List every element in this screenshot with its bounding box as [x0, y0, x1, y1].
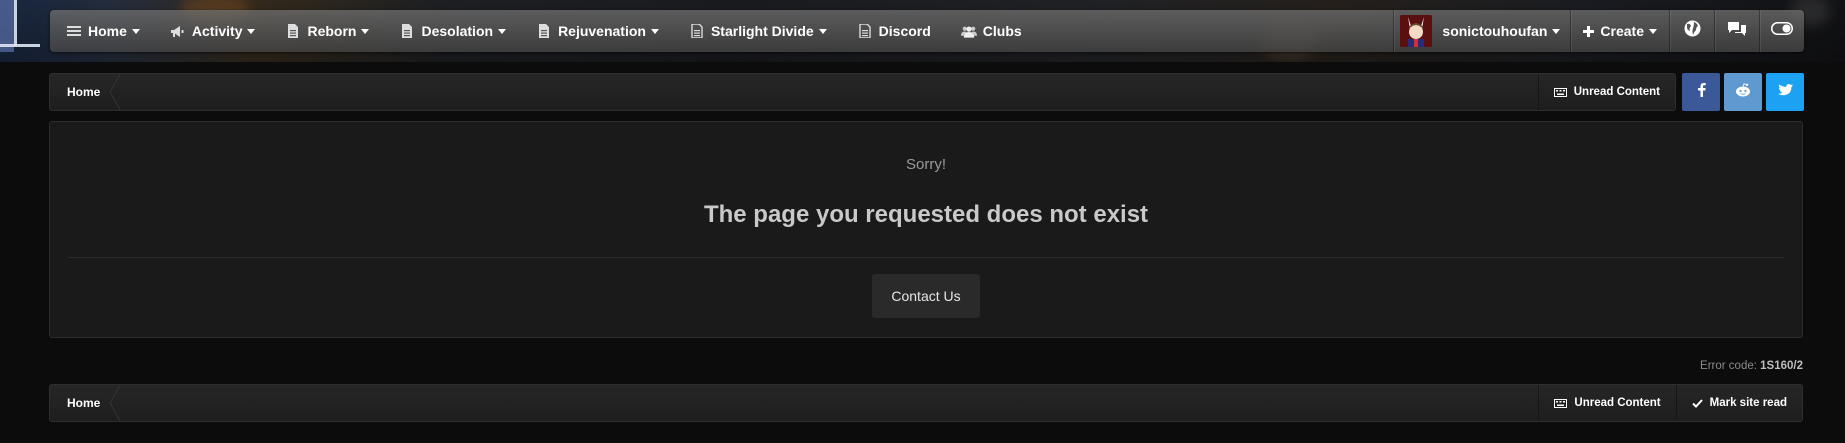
globe-button[interactable]: [1670, 10, 1714, 52]
main-nav-bar: Home Activity Reborn Desolation Rejuvena…: [50, 10, 1804, 52]
error-code-prefix: Error code:: [1700, 360, 1757, 372]
create-label: Create: [1600, 23, 1644, 39]
document-icon: [399, 24, 415, 38]
error-sorry-text: Sorry!: [905, 156, 946, 173]
toggle-icon: [1771, 22, 1793, 40]
chevron-down-icon: [1552, 29, 1561, 34]
user-nav: sonictouhoufan Create: [1393, 10, 1804, 52]
error-panel: Sorry! The page you requested does not e…: [49, 121, 1803, 338]
unread-content-label: Unread Content: [1574, 397, 1661, 409]
nav-desolation[interactable]: Desolation: [383, 10, 520, 52]
nav-rejuvenation-label: Rejuvenation: [558, 23, 646, 39]
facebook-icon: [1697, 82, 1706, 102]
breadcrumb-home[interactable]: Home: [50, 74, 121, 110]
checkmark-icon: [1691, 398, 1703, 408]
nav-starlight-divide[interactable]: Starlight Divide: [673, 10, 841, 52]
keyboard-icon: [1554, 398, 1568, 408]
nav-reborn[interactable]: Reborn: [269, 10, 383, 52]
chevron-down-icon: [1649, 29, 1657, 34]
document-icon: [285, 24, 301, 38]
unread-content-label: Unread Content: [1573, 86, 1660, 98]
site-header-banner: Home Activity Reborn Desolation Rejuvena…: [0, 0, 1845, 62]
theme-toggle[interactable]: [1760, 10, 1804, 52]
chevron-down-icon: [247, 29, 256, 34]
chevron-down-icon: [818, 29, 827, 34]
divider: [68, 257, 1784, 258]
error-title: The page you requested does not exist: [703, 201, 1149, 228]
megaphone-icon: [170, 24, 186, 38]
nav-activity[interactable]: Activity: [154, 10, 270, 52]
nav-clubs-label: Clubs: [982, 23, 1022, 39]
chevron-down-icon: [131, 29, 140, 34]
users-icon: [960, 24, 977, 38]
nav-home-label: Home: [88, 23, 127, 39]
chevron-down-icon: [498, 29, 507, 34]
document-icon: [857, 24, 873, 38]
nav-activity-label: Activity: [191, 23, 243, 39]
nav-starlight-divide-label: Starlight Divide: [710, 23, 814, 39]
reddit-share-button[interactable]: [1724, 73, 1762, 111]
nav-home[interactable]: Home: [50, 10, 154, 52]
facebook-share-button[interactable]: [1682, 73, 1720, 111]
error-code: Error code: 1S160/2: [1700, 360, 1803, 372]
unread-content-link[interactable]: Unread Content: [1538, 385, 1675, 421]
list-icon: [66, 24, 82, 38]
mark-site-read-label: Mark site read: [1709, 397, 1787, 409]
keyboard-icon: [1553, 87, 1567, 97]
error-code-value: 1S160/2: [1760, 360, 1803, 372]
nav-rejuvenation[interactable]: Rejuvenation: [520, 10, 673, 52]
messages-button[interactable]: [1715, 10, 1759, 52]
contact-us-button[interactable]: Contact Us: [872, 274, 980, 318]
chat-icon: [1727, 21, 1747, 42]
nav-reborn-label: Reborn: [307, 23, 357, 39]
user-menu[interactable]: sonictouhoufan: [1394, 10, 1570, 52]
reddit-icon: [1735, 82, 1751, 102]
twitter-icon: [1777, 83, 1793, 101]
avatar: [1400, 15, 1433, 47]
nav-discord-label: Discord: [878, 23, 931, 39]
document-icon: [536, 24, 552, 38]
nav-discord[interactable]: Discord: [841, 10, 945, 52]
globe-icon: [1684, 20, 1701, 42]
chevron-down-icon: [650, 29, 659, 34]
username: sonictouhoufan: [1442, 23, 1548, 39]
breadcrumb-top: Home Unread Content: [49, 73, 1676, 111]
mark-site-read-link[interactable]: Mark site read: [1675, 385, 1802, 421]
chevron-down-icon: [361, 29, 370, 34]
nav-clubs[interactable]: Clubs: [945, 10, 1036, 52]
plus-icon: [1583, 25, 1595, 37]
twitter-share-button[interactable]: [1766, 73, 1804, 111]
nav-desolation-label: Desolation: [421, 23, 494, 39]
document-icon: [689, 24, 705, 38]
breadcrumb-home[interactable]: Home: [50, 385, 121, 421]
breadcrumb-bottom: Home Unread Content Mark site read: [49, 384, 1803, 422]
create-menu[interactable]: Create: [1571, 10, 1669, 52]
unread-content-link[interactable]: Unread Content: [1537, 74, 1675, 110]
